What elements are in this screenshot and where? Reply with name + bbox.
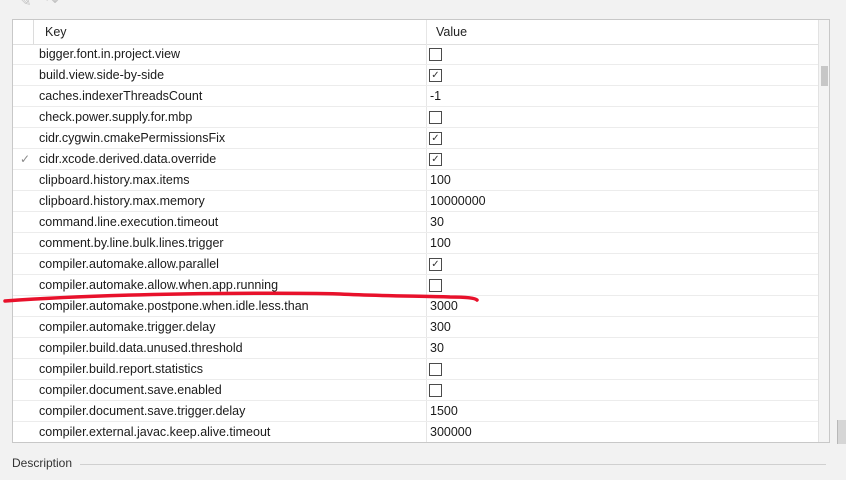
toolbar: ✎ ↷: [0, 0, 846, 14]
checkbox-checked[interactable]: ✓: [429, 153, 442, 166]
row-value[interactable]: 100: [430, 170, 451, 190]
row-value[interactable]: 1500: [430, 401, 458, 421]
row-key: caches.indexerThreadsCount: [39, 89, 203, 103]
checkbox-unchecked[interactable]: [429, 48, 442, 61]
row-value[interactable]: 3000: [430, 296, 458, 316]
checkbox-unchecked[interactable]: [429, 363, 442, 376]
row-key: compiler.automake.allow.parallel: [39, 257, 219, 271]
table-row[interactable]: check.power.supply.for.mbp: [13, 107, 818, 128]
table-row[interactable]: compiler.automake.allow.when.app.running: [13, 275, 818, 296]
table-row[interactable]: command.line.execution.timeout 30: [13, 212, 818, 233]
row-key: cidr.xcode.derived.data.override: [39, 152, 217, 166]
description-separator: [80, 464, 826, 465]
column-divider: [33, 20, 34, 44]
row-value[interactable]: -1: [430, 86, 441, 106]
table-header: Key Value: [13, 20, 818, 45]
table-row[interactable]: comment.by.line.bulk.lines.trigger 100: [13, 233, 818, 254]
side-panel-handle[interactable]: [837, 420, 846, 444]
row-key: compiler.document.save.trigger.delay: [39, 404, 246, 418]
row-key: compiler.document.save.enabled: [39, 383, 222, 397]
row-key: clipboard.history.max.items: [39, 173, 190, 187]
row-value[interactable]: 300000: [430, 422, 472, 442]
row-key: compiler.build.report.statistics: [39, 362, 203, 376]
row-key: comment.by.line.bulk.lines.trigger: [39, 236, 224, 250]
row-key: build.view.side-by-side: [39, 68, 165, 82]
row-key: check.power.supply.for.mbp: [39, 110, 193, 124]
table-row[interactable]: cidr.cygwin.cmakePermissionsFix ✓: [13, 128, 818, 149]
table-row[interactable]: ✓ cidr.xcode.derived.data.override ✓: [13, 149, 818, 170]
modified-indicator-icon: ✓: [20, 152, 31, 166]
checkbox-unchecked[interactable]: [429, 384, 442, 397]
checkbox-checked[interactable]: ✓: [429, 69, 442, 82]
row-value[interactable]: 30: [430, 338, 444, 358]
undo-icon[interactable]: ✎: [19, 0, 32, 10]
description-label: Description: [12, 456, 73, 470]
row-key: command.line.execution.timeout: [39, 215, 219, 229]
row-value[interactable]: 300: [430, 317, 451, 337]
row-value[interactable]: 30: [430, 212, 444, 232]
row-key: compiler.automake.postpone.when.idle.les…: [39, 299, 309, 313]
table-row[interactable]: bigger.font.in.project.view: [13, 44, 818, 65]
table-row[interactable]: compiler.external.javac.keep.alive.timeo…: [13, 422, 818, 442]
table-row[interactable]: compiler.build.report.statistics: [13, 359, 818, 380]
table-row[interactable]: compiler.document.save.trigger.delay 1500: [13, 401, 818, 422]
row-key: compiler.build.data.unused.threshold: [39, 341, 243, 355]
row-key: compiler.automake.trigger.delay: [39, 320, 216, 334]
row-value[interactable]: 10000000: [430, 191, 486, 211]
table-row[interactable]: compiler.automake.trigger.delay 300: [13, 317, 818, 338]
vertical-scrollbar[interactable]: [818, 20, 829, 442]
table-row[interactable]: caches.indexerThreadsCount -1: [13, 86, 818, 107]
registry-table: Key Value bigger.font.in.project.view bui…: [12, 19, 830, 443]
redo-icon[interactable]: ↷: [46, 0, 59, 10]
row-key: compiler.external.javac.keep.alive.timeo…: [39, 425, 271, 439]
checkbox-checked[interactable]: ✓: [429, 258, 442, 271]
checkbox-unchecked[interactable]: [429, 279, 442, 292]
row-key: bigger.font.in.project.view: [39, 47, 181, 61]
table-row[interactable]: clipboard.history.max.items 100: [13, 170, 818, 191]
row-value[interactable]: 100: [430, 233, 451, 253]
row-key: clipboard.history.max.memory: [39, 194, 205, 208]
table-row[interactable]: build.view.side-by-side ✓: [13, 65, 818, 86]
checkbox-unchecked[interactable]: [429, 111, 442, 124]
table-row[interactable]: compiler.build.data.unused.threshold 30: [13, 338, 818, 359]
table-body: bigger.font.in.project.view build.view.si…: [13, 44, 818, 442]
checkbox-checked[interactable]: ✓: [429, 132, 442, 145]
column-header-value[interactable]: Value: [436, 20, 467, 44]
column-header-key[interactable]: Key: [45, 20, 67, 44]
table-row[interactable]: compiler.document.save.enabled: [13, 380, 818, 401]
table-row[interactable]: compiler.automake.allow.parallel ✓: [13, 254, 818, 275]
table-row[interactable]: clipboard.history.max.memory 10000000: [13, 191, 818, 212]
scrollbar-thumb[interactable]: [821, 66, 828, 86]
table-row[interactable]: compiler.automake.postpone.when.idle.les…: [13, 296, 818, 317]
row-key: cidr.cygwin.cmakePermissionsFix: [39, 131, 226, 145]
row-key: compiler.automake.allow.when.app.running: [39, 278, 279, 292]
